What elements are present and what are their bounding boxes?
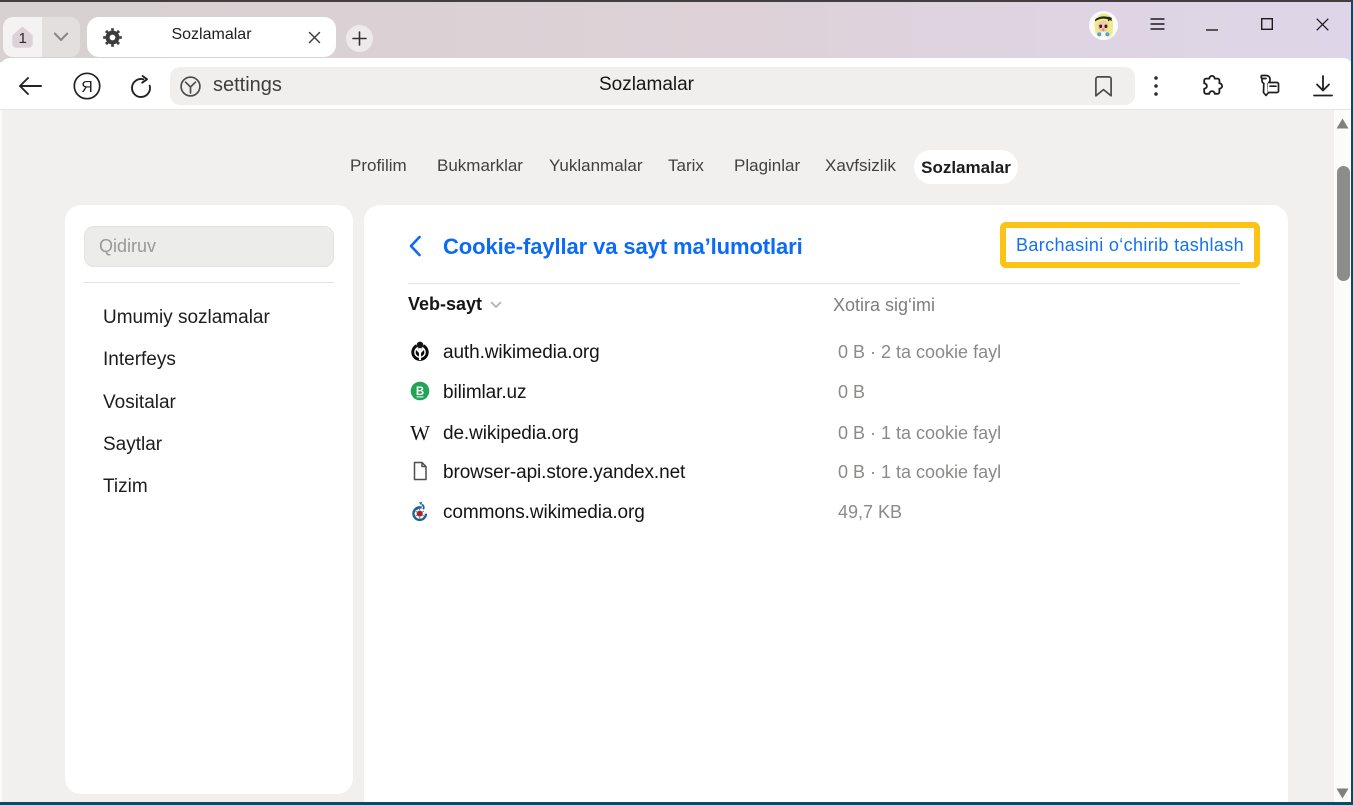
svg-text:1: 1 bbox=[18, 30, 26, 47]
svg-text:Я: Я bbox=[81, 79, 93, 96]
svg-text:B: B bbox=[416, 386, 424, 398]
